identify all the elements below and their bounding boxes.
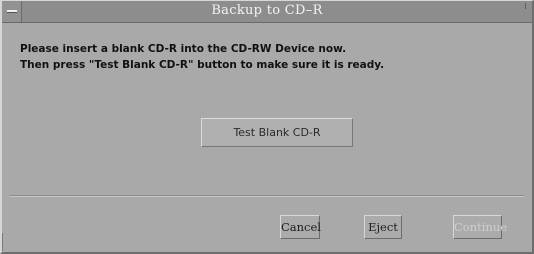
instruction-line-2: Then press "Test Blank CD-R" button to m… xyxy=(20,59,385,71)
instruction-text: Please insert a blank CD-R into the CD-R… xyxy=(20,41,384,73)
test-blank-cdr-button[interactable]: Test Blank CD-R xyxy=(201,118,353,147)
instruction-line-1: Please insert a blank CD-R into the CD-R… xyxy=(20,43,347,55)
window-menu-button[interactable] xyxy=(2,1,22,22)
title-bar: Backup to CD–R xyxy=(2,1,532,23)
window-title: Backup to CD–R xyxy=(211,3,323,18)
continue-button[interactable]: Continue xyxy=(453,215,507,239)
left-edge-mark xyxy=(2,233,3,251)
footer-divider xyxy=(10,195,524,197)
window-menu-icon xyxy=(7,10,17,13)
resize-corner-mark xyxy=(525,3,526,9)
cancel-button[interactable]: Cancel xyxy=(280,215,321,239)
backup-dialog: Backup to CD–R Please insert a blank CD-… xyxy=(0,0,534,254)
eject-button[interactable]: Eject xyxy=(364,215,402,239)
